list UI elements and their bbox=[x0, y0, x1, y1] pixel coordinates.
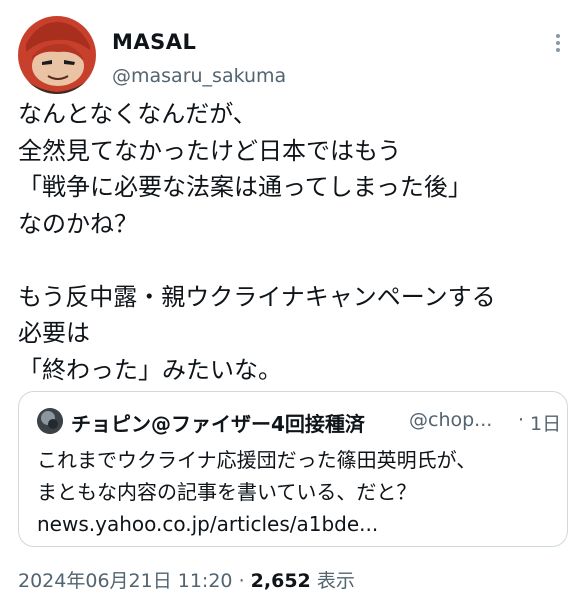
tweet-line: 「戦争に必要な法案は通ってしまった後」 bbox=[18, 173, 472, 201]
quoted-user-avatar[interactable] bbox=[37, 408, 63, 434]
dot bbox=[556, 48, 560, 52]
quoted-user-name[interactable]: チョピン@ファイザー4回接種済 bbox=[71, 408, 365, 437]
quoted-line: これまでウクライナ応援団だった篠田英明氏が、 bbox=[37, 448, 477, 472]
tweet-line: もう反中露・親ウクライナキャンペーンする bbox=[18, 282, 496, 311]
quoted-time[interactable]: 1日 bbox=[530, 409, 561, 436]
tweet-line bbox=[18, 242, 574, 279]
tweet-text: なんとなくなんだが、 全然見てなかったけど日本ではもう 「戦争に必要な法案は通っ… bbox=[18, 96, 574, 388]
tweet-line: なのかね？ bbox=[18, 209, 138, 238]
more-options-icon[interactable] bbox=[546, 30, 570, 56]
views-count: 2,652 bbox=[250, 570, 311, 592]
quoted-link[interactable]: news.yahoo.co.jp/articles/a1bde... bbox=[37, 508, 476, 540]
tweet-line: なんとなくなんだが、 bbox=[18, 100, 257, 128]
avatar-illustration bbox=[18, 16, 96, 94]
quoted-user-handle[interactable]: @chop... bbox=[409, 409, 492, 431]
author-avatar[interactable] bbox=[18, 16, 96, 94]
separator-dot: · bbox=[238, 570, 245, 592]
tweet-meta: 2024年06月21日 11:20 · 2,652 表示 bbox=[18, 566, 355, 593]
tweet-datetime[interactable]: 2024年06月21日 11:20 bbox=[18, 570, 233, 592]
author-name[interactable]: MASAL bbox=[112, 30, 196, 54]
quoted-line: まともな内容の記事を書いている、だと？ bbox=[37, 480, 417, 504]
separator-dot: · bbox=[518, 409, 525, 431]
quoted-text: これまでウクライナ応援団だった篠田英明氏が、 まともな内容の記事を書いている、だ… bbox=[37, 444, 476, 540]
dot bbox=[556, 41, 560, 45]
tweet-line: 必要は bbox=[18, 319, 90, 347]
quoted-tweet-card[interactable]: チョピン@ファイザー4回接種済 @chop... · 1日 これまでウクライナ応… bbox=[18, 391, 568, 547]
dot bbox=[556, 34, 560, 38]
quoted-avatar-illustration bbox=[37, 408, 63, 434]
tweet-line: 全然見てなかったけど日本ではもう bbox=[18, 136, 402, 165]
author-handle[interactable]: @masaru_sakuma bbox=[112, 65, 286, 87]
tweet-line: 「終わった」みたいな。 bbox=[18, 355, 282, 384]
views-label: 表示 bbox=[316, 570, 355, 592]
